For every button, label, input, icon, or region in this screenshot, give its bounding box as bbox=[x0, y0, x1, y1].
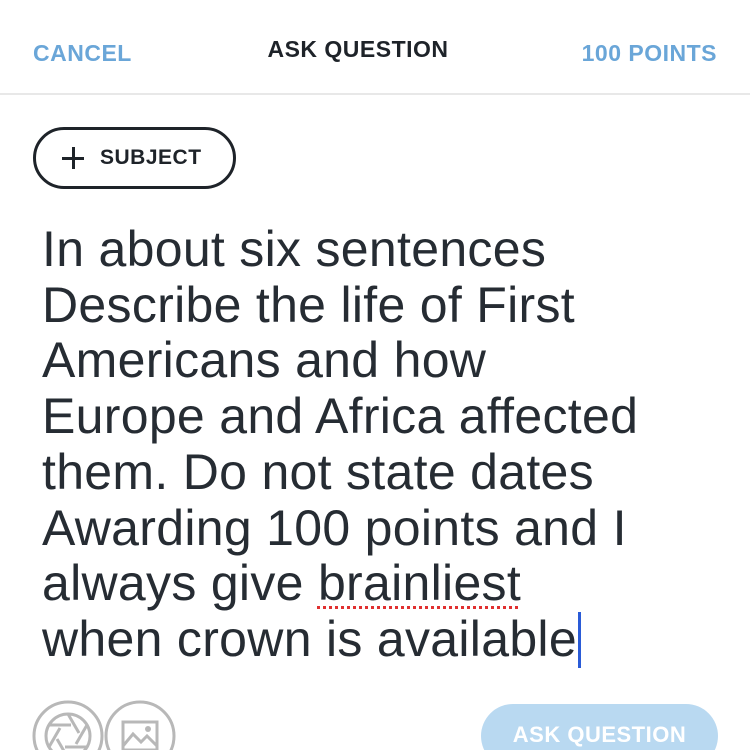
camera-icon[interactable] bbox=[32, 700, 104, 750]
question-line-end: when crown is available bbox=[42, 610, 577, 667]
question-line: Americans and how bbox=[42, 332, 487, 389]
ask-question-screen: CANCEL ASK QUESTION 100 POINTS SUBJECT I… bbox=[0, 0, 750, 750]
plus-icon bbox=[62, 147, 84, 169]
ask-question-button[interactable]: ASK QUESTION bbox=[481, 704, 718, 750]
misspelled-word[interactable]: brainliest bbox=[318, 555, 521, 611]
text-cursor bbox=[577, 611, 581, 668]
question-line: when crown is available bbox=[42, 610, 732, 668]
question-line: them. Do not state dates bbox=[42, 443, 594, 500]
question-line: Describe the life of First bbox=[42, 276, 575, 333]
question-line: In about six sentences bbox=[42, 221, 547, 277]
question-line-start: always give bbox=[42, 555, 318, 612]
subject-label: SUBJECT bbox=[100, 146, 202, 169]
question-line: always give brainliest bbox=[42, 555, 732, 612]
add-subject-button[interactable]: SUBJECT bbox=[33, 127, 236, 189]
top-bar: CANCEL ASK QUESTION 100 POINTS bbox=[0, 0, 750, 95]
question-text-field[interactable]: In about six sentences Describe the life… bbox=[42, 221, 732, 668]
question-line: Awarding 100 points and I bbox=[42, 499, 627, 556]
image-icon[interactable] bbox=[104, 700, 176, 750]
points-value[interactable]: 100 POINTS bbox=[582, 40, 717, 67]
question-line: Europe and Africa affected bbox=[42, 388, 639, 445]
